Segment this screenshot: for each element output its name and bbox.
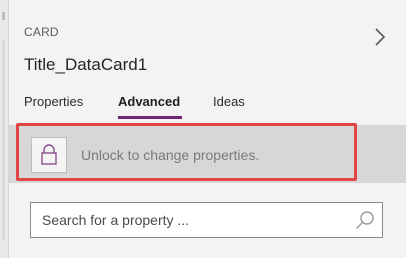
left-strip-scrollbar[interactable] <box>2 40 5 240</box>
property-search-box[interactable] <box>30 202 383 238</box>
card-kicker: CARD <box>24 25 59 39</box>
left-edge-strip <box>0 0 9 258</box>
card-title: Title_DataCard1 <box>24 55 148 74</box>
chevron-right-icon[interactable] <box>369 26 391 48</box>
tab-ideas[interactable]: Ideas <box>213 94 245 109</box>
tab-properties[interactable]: Properties <box>24 94 83 109</box>
active-tab-indicator <box>118 116 182 119</box>
search-icon[interactable] <box>354 210 376 232</box>
left-strip-marker <box>2 12 5 20</box>
property-search-input[interactable] <box>31 203 351 237</box>
tab-advanced[interactable]: Advanced <box>118 94 180 109</box>
callout-highlight <box>16 123 357 181</box>
properties-panel: CARD Title_DataCard1 Properties Advanced… <box>9 0 406 258</box>
